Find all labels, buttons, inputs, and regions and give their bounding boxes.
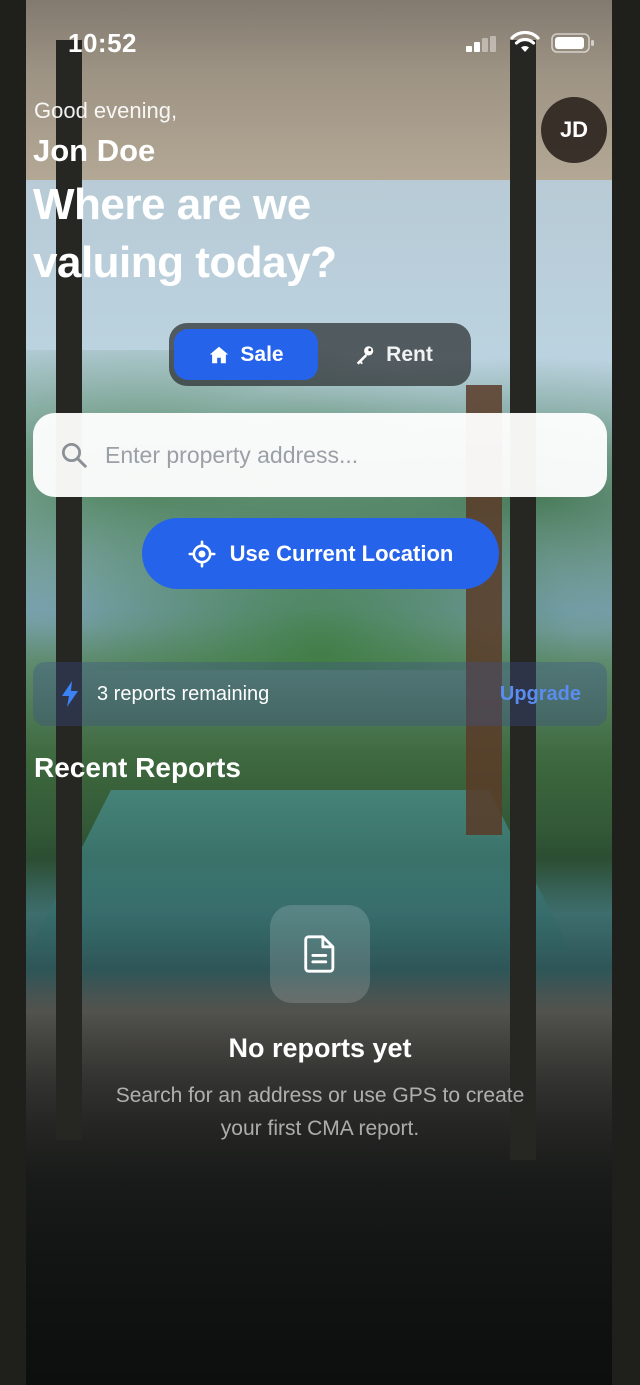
- empty-state-title: No reports yet: [228, 1033, 412, 1063]
- avatar-initials: JD: [559, 117, 589, 142]
- status-bar: 10:52: [0, 0, 640, 86]
- search-icon: [62, 443, 87, 468]
- greeting-text: Good evening,: [34, 98, 178, 123]
- empty-state-document-icon: [270, 905, 370, 1003]
- use-current-location-label: Use Current Location: [229, 540, 454, 566]
- tab-sale-label: Sale: [240, 342, 284, 366]
- lightning-icon: [62, 681, 78, 707]
- crosshair-icon: [188, 539, 216, 568]
- tab-rent-label: Rent: [386, 342, 433, 366]
- reports-quota-banner: 3 reports remaining Upgrade: [33, 662, 607, 726]
- upgrade-link[interactable]: Upgrade: [500, 683, 581, 706]
- document-icon: [304, 935, 335, 973]
- wifi-icon: [510, 30, 540, 52]
- background-door-frame: [0, 0, 26, 1385]
- home-icon: [210, 346, 229, 363]
- signal-icon: [466, 36, 496, 52]
- background-door-frame: [612, 0, 640, 1385]
- home-screen: 10:52 Good evening, Jon Doe Where are we…: [0, 0, 640, 1385]
- page-title: Where are we valuing today?: [33, 180, 337, 287]
- reports-remaining-text: 3 reports remaining: [97, 682, 270, 705]
- use-current-location-button[interactable]: Use Current Location: [142, 518, 499, 589]
- avatar[interactable]: JD: [541, 97, 607, 163]
- battery-icon: [551, 33, 594, 53]
- recent-reports-heading: Recent Reports: [34, 752, 241, 783]
- status-time: 10:52: [68, 28, 137, 58]
- search-input[interactable]: Enter property address...: [105, 442, 358, 469]
- user-name: Jon Doe: [33, 133, 156, 168]
- address-search[interactable]: Enter property address...: [33, 413, 607, 497]
- tab-rent[interactable]: Rent: [321, 329, 466, 380]
- key-icon: [356, 345, 374, 365]
- empty-state-description: Search for an address or use GPS to crea…: [115, 1084, 525, 1140]
- mode-toggle: Sale Rent: [169, 323, 471, 386]
- tab-sale[interactable]: Sale: [174, 329, 318, 380]
- background-door-frame: [510, 40, 536, 1160]
